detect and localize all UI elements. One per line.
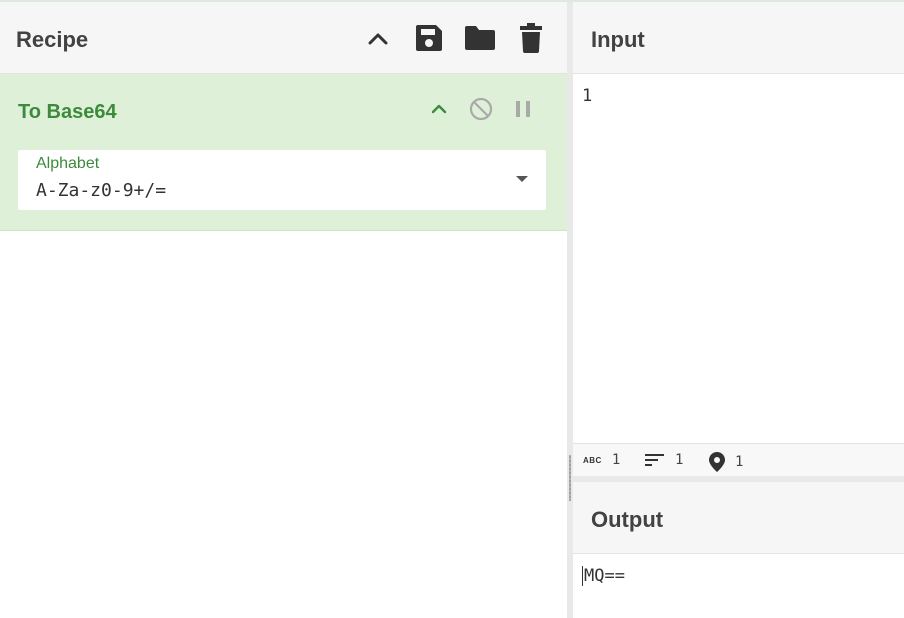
input-panel: Input 1 bbox=[573, 2, 904, 443]
save-icon bbox=[416, 25, 442, 51]
recipe-panel: Recipe To Base64 Alphabet A-Za-z0-9+/= bbox=[0, 2, 567, 618]
alphabet-label: Alphabet bbox=[36, 155, 100, 172]
lines-value: 1 bbox=[675, 452, 684, 468]
load-recipe-button[interactable] bbox=[462, 20, 498, 56]
operation-title: To Base64 bbox=[18, 101, 117, 123]
input-header: Input bbox=[573, 2, 904, 74]
output-text[interactable]: MQ== bbox=[582, 566, 625, 586]
save-recipe-button[interactable] bbox=[411, 20, 447, 56]
location-pin-icon bbox=[709, 452, 725, 472]
chevron-up-icon bbox=[431, 104, 447, 114]
output-title: Output bbox=[591, 507, 664, 532]
length-stat: ABC 1 bbox=[583, 452, 620, 468]
splitter-grip-icon bbox=[569, 455, 571, 501]
disable-icon bbox=[469, 97, 493, 121]
clear-recipe-button[interactable] bbox=[513, 20, 549, 56]
operation-to-base64[interactable]: To Base64 Alphabet A-Za-z0-9+/= bbox=[0, 74, 567, 231]
length-value: 1 bbox=[611, 452, 621, 468]
output-header: Output bbox=[573, 482, 904, 554]
trash-icon bbox=[520, 23, 542, 53]
lines-icon bbox=[645, 454, 664, 466]
input-status-bar: ABC 1 1 1 bbox=[573, 443, 904, 476]
caret-down-icon bbox=[516, 176, 528, 182]
breakpoint-operation-button[interactable] bbox=[508, 94, 538, 124]
collapse-recipe-button[interactable] bbox=[360, 20, 396, 56]
position-stat: 1 bbox=[709, 452, 743, 472]
recipe-title: Recipe bbox=[16, 27, 89, 52]
alphabet-select[interactable]: Alphabet A-Za-z0-9+/= bbox=[18, 150, 546, 210]
lines-stat: 1 bbox=[645, 452, 683, 468]
input-title: Input bbox=[591, 27, 645, 52]
recipe-header: Recipe bbox=[0, 2, 567, 74]
input-textarea[interactable]: 1 bbox=[582, 86, 892, 426]
collapse-operation-button[interactable] bbox=[424, 94, 454, 124]
disable-operation-button[interactable] bbox=[466, 94, 496, 124]
position-value: 1 bbox=[735, 454, 744, 470]
folder-icon bbox=[465, 26, 495, 50]
abc-icon: ABC bbox=[583, 455, 602, 465]
chevron-up-icon bbox=[368, 33, 388, 45]
pause-icon bbox=[516, 101, 530, 117]
output-panel: Output MQ== bbox=[573, 482, 904, 618]
alphabet-value: A-Za-z0-9+/= bbox=[36, 180, 167, 201]
